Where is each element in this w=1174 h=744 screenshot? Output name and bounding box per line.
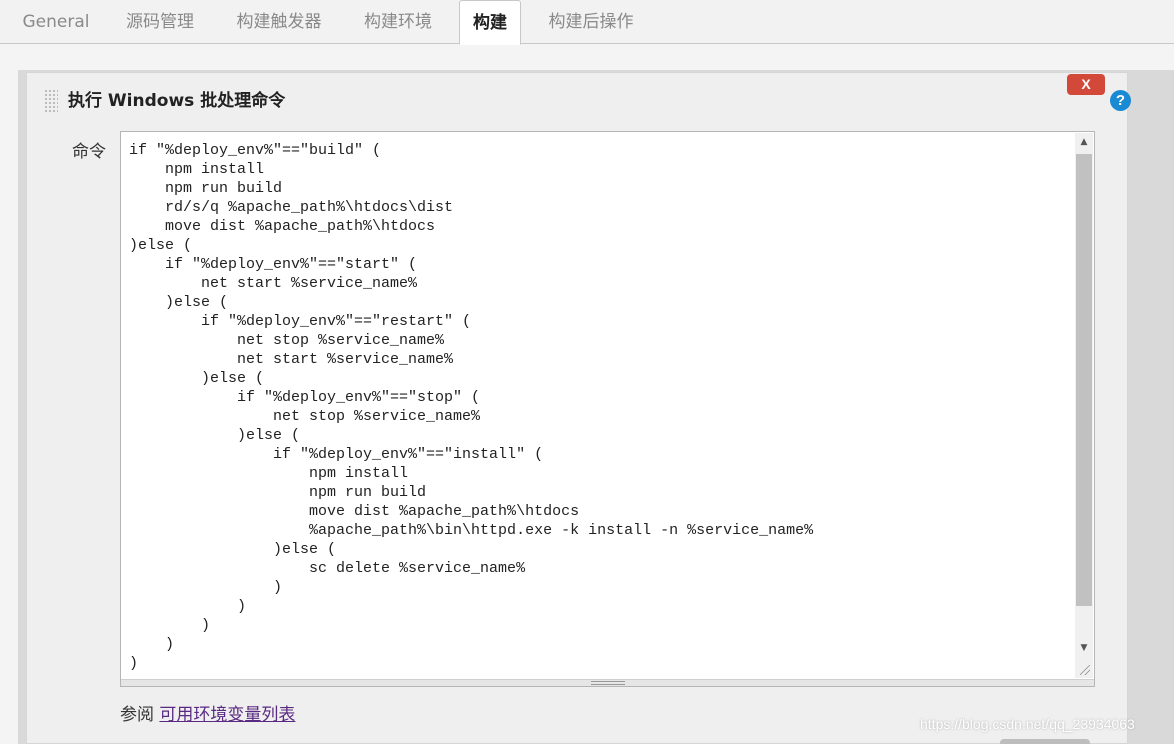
env-vars-list-link[interactable]: 可用环境变量列表 xyxy=(159,705,295,725)
delete-step-button[interactable]: X xyxy=(1067,74,1105,95)
see-also-line: 参阅 可用环境变量列表 xyxy=(120,703,295,727)
bottom-partial-button[interactable] xyxy=(1000,739,1090,744)
command-text[interactable]: if "%deploy_env%"=="build" ( npm install… xyxy=(129,141,813,673)
vertical-scrollbar[interactable]: ▲ ▼ xyxy=(1075,133,1093,668)
watermark: https://blog.csdn.net/qq_23934063 xyxy=(920,716,1135,732)
textarea-resize-bar[interactable] xyxy=(121,679,1094,686)
tab-post-build-actions[interactable]: 构建后操作 xyxy=(534,0,648,44)
resize-grip-icon[interactable] xyxy=(591,681,625,685)
build-step-title: 执行 Windows 批处理命令 xyxy=(68,91,286,111)
tab-general[interactable]: General xyxy=(14,0,98,44)
scroll-up-arrow-icon[interactable]: ▲ xyxy=(1075,133,1093,151)
tab-source-control[interactable]: 源码管理 xyxy=(112,0,208,44)
scrollbar-thumb[interactable] xyxy=(1076,154,1092,606)
tab-build[interactable]: 构建 xyxy=(459,0,521,45)
config-tab-bar: General 源码管理 构建触发器 构建环境 构建 构建后操作 xyxy=(0,0,1174,45)
drag-handle-icon[interactable] xyxy=(44,89,58,113)
command-textarea[interactable]: if "%deploy_env%"=="build" ( npm install… xyxy=(120,131,1095,687)
help-icon[interactable]: ? xyxy=(1110,90,1131,111)
command-label: 命令 xyxy=(72,142,106,162)
scroll-down-arrow-icon[interactable]: ▼ xyxy=(1075,639,1093,657)
resize-corner-icon[interactable] xyxy=(1075,660,1093,678)
see-also-prefix: 参阅 xyxy=(120,705,154,725)
tab-build-triggers[interactable]: 构建触发器 xyxy=(222,0,336,44)
tab-build-environment[interactable]: 构建环境 xyxy=(350,0,446,44)
